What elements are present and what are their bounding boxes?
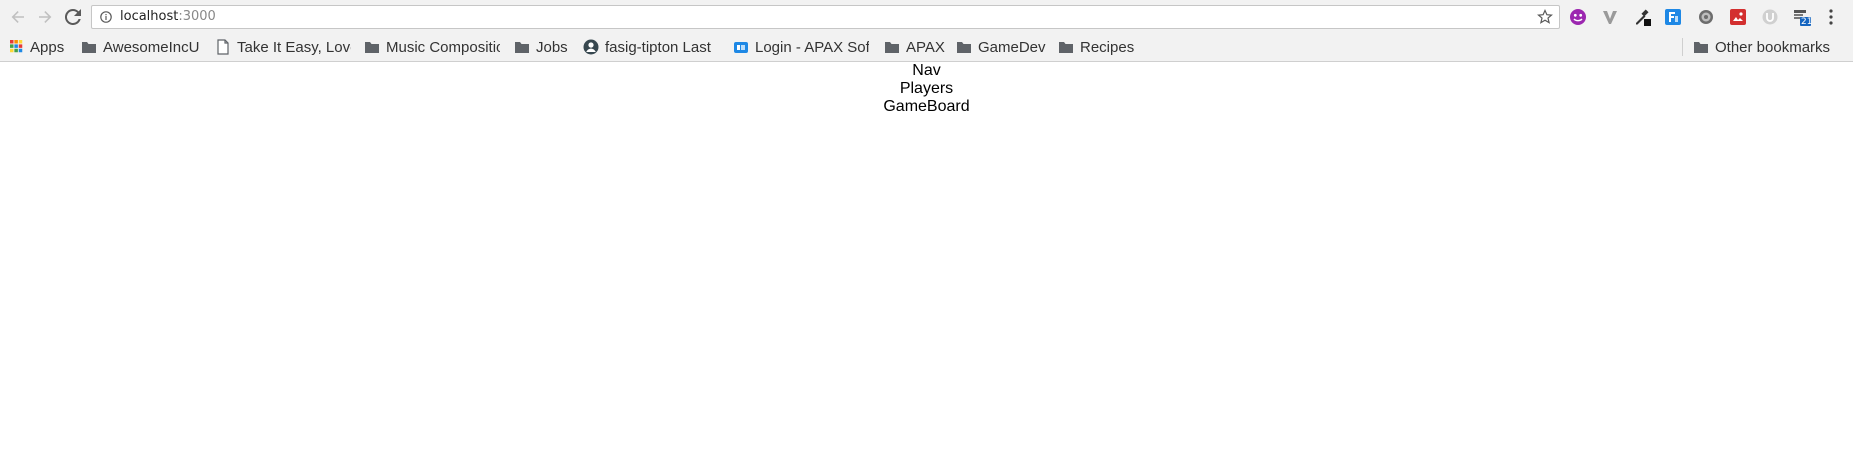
bookmark-label: Music Composition (386, 38, 500, 56)
purple-smiley-extension-icon[interactable] (1569, 8, 1587, 26)
forward-arrow-icon (39, 11, 52, 23)
bookmark-label: APAX (906, 38, 945, 56)
apps-grid-icon (10, 40, 23, 53)
address-bar[interactable]: localhost:3000 (91, 5, 1560, 29)
gameboard-text: GameBoard (883, 98, 970, 115)
bookmark-fasig-tipton[interactable]: fasig-tipton Last (583, 37, 719, 57)
folder-icon (82, 42, 96, 53)
folder-icon (1059, 42, 1073, 53)
url-host: localhost (120, 9, 179, 24)
eyedropper-extension-icon[interactable] (1633, 8, 1651, 26)
players-text: Players (899, 80, 954, 97)
bookmark-awesomeincu[interactable]: AwesomeIncU (81, 37, 199, 57)
url-text: localhost:3000 (120, 9, 216, 25)
folder-icon (1694, 42, 1708, 53)
bookmark-music-composition[interactable]: Music Composition (364, 37, 500, 57)
gear-extension-icon[interactable] (1697, 8, 1715, 26)
bookmark-label: Apps (30, 38, 65, 56)
menu-kebab-icon[interactable] (1827, 8, 1835, 26)
vee-extension-icon[interactable] (1601, 8, 1619, 26)
url-port: :3000 (178, 9, 216, 24)
bookmarks-separator (1682, 38, 1683, 56)
bookmark-label: fasig-tipton Last (605, 38, 711, 56)
bookmark-label: Take It Easy, Love (237, 38, 351, 56)
other-bookmarks[interactable]: Other bookmarks (1693, 37, 1830, 57)
forward-button[interactable] (35, 7, 55, 27)
calendar-badge: 21 (1801, 17, 1813, 27)
folder-icon (957, 42, 971, 53)
site-icon (734, 42, 748, 53)
red-image-extension-icon[interactable] (1729, 8, 1747, 26)
info-icon[interactable] (100, 11, 112, 23)
grey-circle-extension-icon[interactable] (1761, 8, 1779, 26)
bookmark-login-apax[interactable]: Login - APAX Sof (733, 37, 869, 57)
bookmark-take-it-easy[interactable]: Take It Easy, Love (215, 37, 351, 57)
bookmark-label: Login - APAX Sof (755, 38, 869, 56)
bookmark-recipes[interactable]: Recipes (1058, 37, 1134, 57)
back-button[interactable] (8, 7, 28, 27)
bookmark-label: Jobs (536, 38, 568, 56)
page-content: Nav Players GameBoard (0, 62, 1853, 116)
user-circle-icon (583, 39, 599, 55)
bookmark-label: GameDev (978, 38, 1046, 56)
bookmark-apps[interactable]: Apps (10, 37, 64, 57)
nav-text: Nav (912, 62, 941, 79)
blue-tag-extension-icon[interactable] (1664, 8, 1682, 26)
back-arrow-icon (11, 11, 24, 23)
bookmark-label: AwesomeIncU (103, 38, 200, 56)
bookmark-star-icon[interactable] (1537, 9, 1553, 25)
bookmark-jobs[interactable]: Jobs (514, 37, 568, 57)
other-bookmarks-label: Other bookmarks (1715, 38, 1831, 56)
folder-icon (365, 42, 379, 53)
folder-icon (515, 42, 529, 53)
page-icon (217, 39, 229, 55)
bookmark-label: Recipes (1080, 38, 1135, 56)
browser-toolbar: localhost:3000 21 (0, 0, 1853, 34)
reload-button[interactable] (63, 7, 83, 27)
folder-icon (885, 42, 899, 53)
bookmark-apax[interactable]: APAX (884, 37, 945, 57)
bookmark-gamedev[interactable]: GameDev (956, 37, 1046, 57)
reload-icon (65, 9, 81, 25)
